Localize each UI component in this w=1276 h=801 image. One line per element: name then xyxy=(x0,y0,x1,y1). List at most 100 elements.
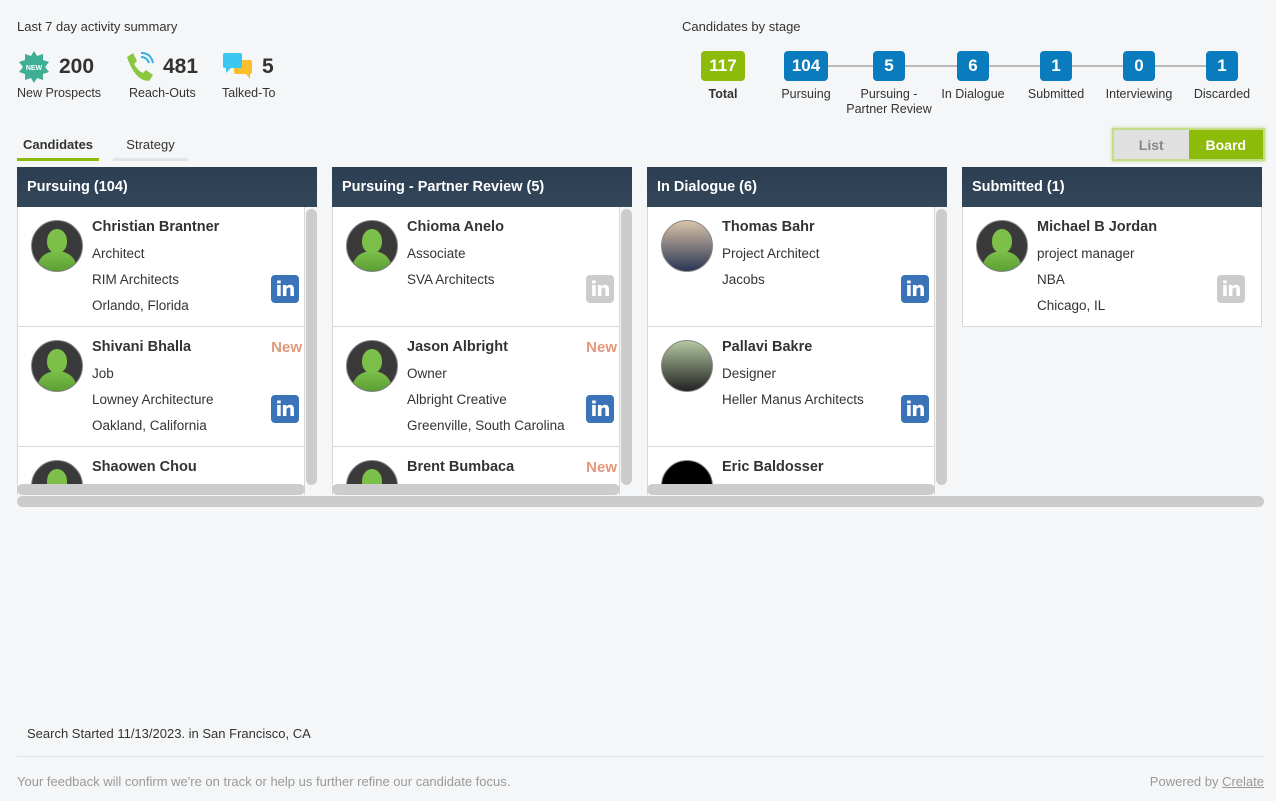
candidate-card[interactable]: Michael B Jordan project manager NBA Chicag… xyxy=(962,207,1262,327)
avatar[interactable] xyxy=(976,220,1028,272)
board-column: In Dialogue (6) Thomas Bahr Project Archit… xyxy=(647,167,947,495)
candidate-detail: Owner xyxy=(407,366,447,381)
candidate-card[interactable]: Chioma Anelo Associate SVA Architects in xyxy=(332,207,620,327)
stage-label: Pursuing xyxy=(781,87,831,101)
stage-label: Interviewing xyxy=(1105,87,1173,101)
search-started-text: Search Started 11/13/2023. in San Franci… xyxy=(27,726,311,741)
candidate-card[interactable]: Christian Brantner Architect RIM Architect… xyxy=(17,207,305,327)
candidate-name[interactable]: Christian Brantner xyxy=(92,219,219,235)
column-header: Submitted (1) xyxy=(962,167,1262,207)
stat-value: 200 xyxy=(59,55,95,78)
column-header: Pursuing - Partner Review (5) xyxy=(332,167,632,207)
candidate-detail: NBA xyxy=(1037,272,1065,287)
candidate-detail: Job xyxy=(92,366,114,381)
stat-reach-outs: 481 Reach-Outs xyxy=(123,50,198,100)
powered-by-label: Powered by xyxy=(1149,774,1219,789)
stage-total[interactable]: 117 Total xyxy=(678,51,768,102)
candidate-card[interactable]: Jason Albright Owner Albright Creative Gree… xyxy=(332,327,620,447)
stat-label: New Prospects xyxy=(17,86,102,100)
stage-label: In Dialogue xyxy=(941,87,1005,101)
stage-count[interactable]: 6 xyxy=(957,51,989,81)
column-header: In Dialogue (6) xyxy=(647,167,947,207)
phone-icon xyxy=(127,52,154,81)
stage-pursuing[interactable]: 104 Pursuing xyxy=(761,51,851,102)
avatar-head xyxy=(47,349,67,373)
linkedin-icon[interactable]: in xyxy=(586,275,614,303)
candidate-card[interactable]: Pallavi Bakre Designer Heller Manus Archit… xyxy=(647,327,935,447)
new-badge: New xyxy=(271,339,302,356)
candidate-card[interactable]: Thomas Bahr Project Architect Jacobs in xyxy=(647,207,935,327)
avatar[interactable] xyxy=(661,220,713,272)
linkedin-icon[interactable]: in xyxy=(271,395,299,423)
list-view-button[interactable]: List xyxy=(1114,130,1189,159)
candidate-name[interactable]: Jason Albright xyxy=(407,339,508,355)
board-view-button[interactable]: Board xyxy=(1188,130,1263,159)
avatar[interactable] xyxy=(661,340,713,392)
stage-count[interactable]: 104 xyxy=(783,51,829,81)
horizontal-scrollbar[interactable] xyxy=(647,484,935,495)
vertical-scrollbar[interactable] xyxy=(621,209,632,485)
avatar-body xyxy=(38,251,76,271)
board-column: Pursuing - Partner Review (5) Chioma Anel… xyxy=(332,167,632,495)
candidate-name[interactable]: Shivani Bhalla xyxy=(92,339,191,355)
board-horizontal-scrollbar[interactable] xyxy=(17,496,1264,507)
stage-submitted[interactable]: 1 Submitted xyxy=(1011,51,1101,102)
avatar-body xyxy=(353,251,391,271)
candidate-name[interactable]: Michael B Jordan xyxy=(1037,219,1157,235)
candidate-detail: Jacobs xyxy=(722,272,765,287)
stage-in-dialogue[interactable]: 6 In Dialogue xyxy=(928,51,1018,102)
stage-label: Pursuing - Partner Review xyxy=(846,87,932,116)
stage-label: Submitted xyxy=(1027,87,1085,101)
feedback-text: Your feedback will confirm we're on trac… xyxy=(17,774,511,789)
stage-count[interactable]: 5 xyxy=(873,51,905,81)
column-body: Chioma Anelo Associate SVA Architects in Jas… xyxy=(332,207,632,495)
view-toggle: List Board xyxy=(1112,128,1265,161)
horizontal-scrollbar[interactable] xyxy=(17,484,305,495)
crelate-link[interactable]: Crelate xyxy=(1222,774,1264,789)
stage-pursuing-partner-review[interactable]: 5 Pursuing - Partner Review xyxy=(844,51,934,117)
candidate-detail: Heller Manus Architects xyxy=(722,392,864,407)
stage-count[interactable]: 117 xyxy=(701,51,745,81)
stage-label: Discarded xyxy=(1193,87,1251,101)
footer-divider xyxy=(17,756,1264,757)
candidate-name[interactable]: Brent Bumbaca xyxy=(407,459,514,475)
chat-bubbles-icon xyxy=(223,53,252,79)
candidate-detail: Orlando, Florida xyxy=(92,298,189,313)
horizontal-scrollbar[interactable] xyxy=(332,484,620,495)
candidate-detail: SVA Architects xyxy=(407,272,495,287)
candidate-detail: Greenville, South Carolina xyxy=(407,418,565,433)
tab-candidates[interactable]: Candidates xyxy=(17,137,99,161)
stage-count[interactable]: 0 xyxy=(1123,51,1155,81)
candidate-name[interactable]: Chioma Anelo xyxy=(407,219,504,235)
column-body: Christian Brantner Architect RIM Architect… xyxy=(17,207,317,495)
avatar[interactable] xyxy=(346,220,398,272)
board-column: Submitted (1) Michael B Jordan project man… xyxy=(962,167,1262,327)
candidate-name[interactable]: Eric Baldosser xyxy=(722,459,824,475)
candidate-card[interactable]: Shivani Bhalla Job Lowney Architecture Oakl… xyxy=(17,327,305,447)
column-body: Michael B Jordan project manager NBA Chicag… xyxy=(962,207,1262,327)
stage-interviewing[interactable]: 0 Interviewing xyxy=(1094,51,1184,102)
candidate-name[interactable]: Pallavi Bakre xyxy=(722,339,812,355)
candidate-detail: Oakland, California xyxy=(92,418,207,433)
candidate-name[interactable]: Shaowen Chou xyxy=(92,459,197,475)
candidate-detail: Architect xyxy=(92,246,145,261)
candidate-detail: Designer xyxy=(722,366,777,381)
tab-strategy[interactable]: Strategy xyxy=(113,137,188,161)
stage-count[interactable]: 1 xyxy=(1040,51,1072,81)
avatar[interactable] xyxy=(31,340,83,392)
avatar-head xyxy=(992,229,1012,253)
stage-discarded[interactable]: 1 Discarded xyxy=(1177,51,1267,102)
linkedin-icon[interactable]: in xyxy=(586,395,614,423)
vertical-scrollbar[interactable] xyxy=(936,209,947,485)
vertical-scrollbar[interactable] xyxy=(306,209,317,485)
stage-count[interactable]: 1 xyxy=(1206,51,1238,81)
stage-label: Total xyxy=(708,87,738,101)
candidate-name[interactable]: Thomas Bahr xyxy=(722,219,815,235)
avatar[interactable] xyxy=(346,340,398,392)
linkedin-icon[interactable]: in xyxy=(901,395,929,423)
avatar[interactable] xyxy=(31,220,83,272)
linkedin-icon[interactable]: in xyxy=(1217,275,1245,303)
linkedin-icon[interactable]: in xyxy=(901,275,929,303)
candidate-detail: project manager xyxy=(1037,246,1135,261)
linkedin-icon[interactable]: in xyxy=(271,275,299,303)
